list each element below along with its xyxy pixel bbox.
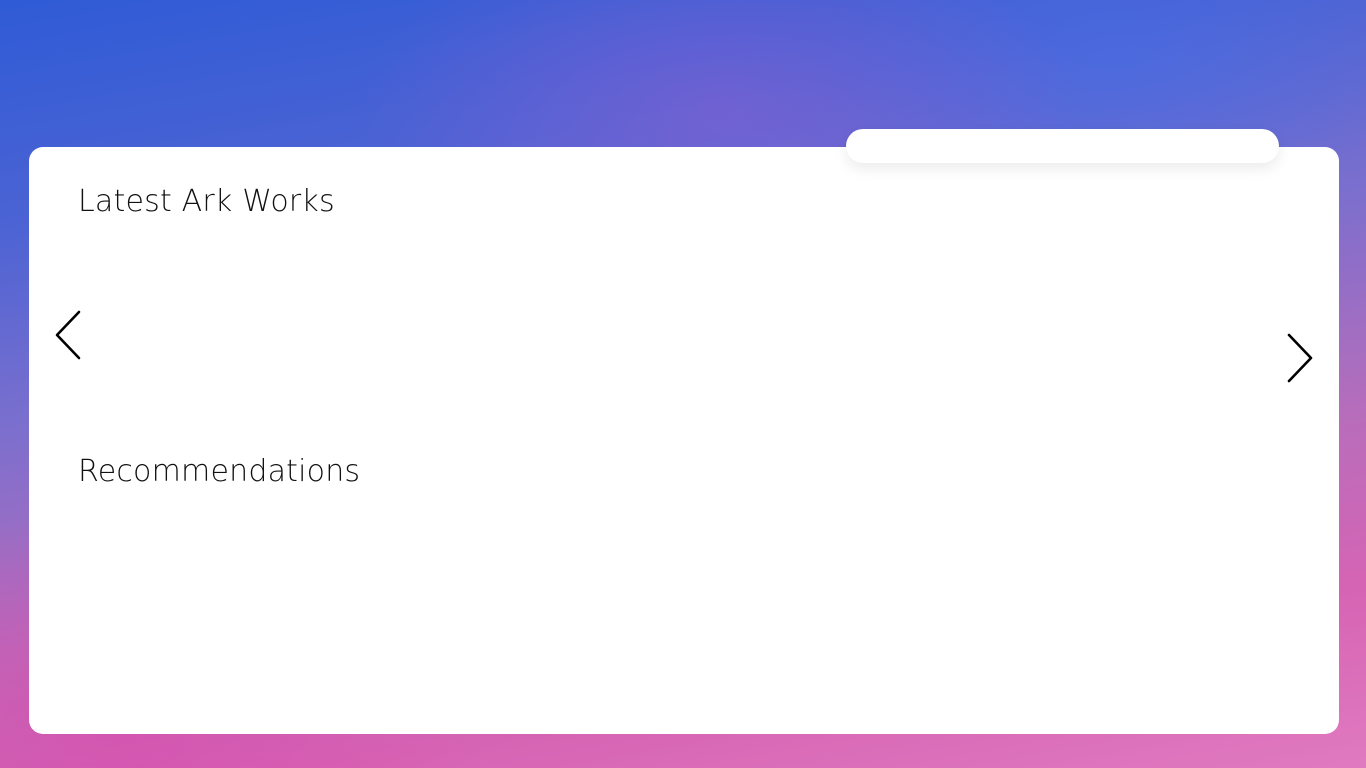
section-title-recommendations: Recommendations bbox=[78, 454, 361, 489]
recommendations-carousel bbox=[119, 537, 1249, 637]
carousel-prev-button[interactable] bbox=[54, 310, 84, 360]
carousel-next-button[interactable] bbox=[1284, 333, 1314, 383]
chevron-right-icon bbox=[1287, 333, 1313, 383]
chevron-left-icon bbox=[55, 310, 81, 360]
latest-works-carousel bbox=[119, 267, 1249, 367]
main-card: Latest Ark Works Recommendations bbox=[29, 147, 1339, 734]
search-input[interactable] bbox=[846, 129, 1279, 163]
section-title-latest-ark-works: Latest Ark Works bbox=[78, 184, 335, 219]
